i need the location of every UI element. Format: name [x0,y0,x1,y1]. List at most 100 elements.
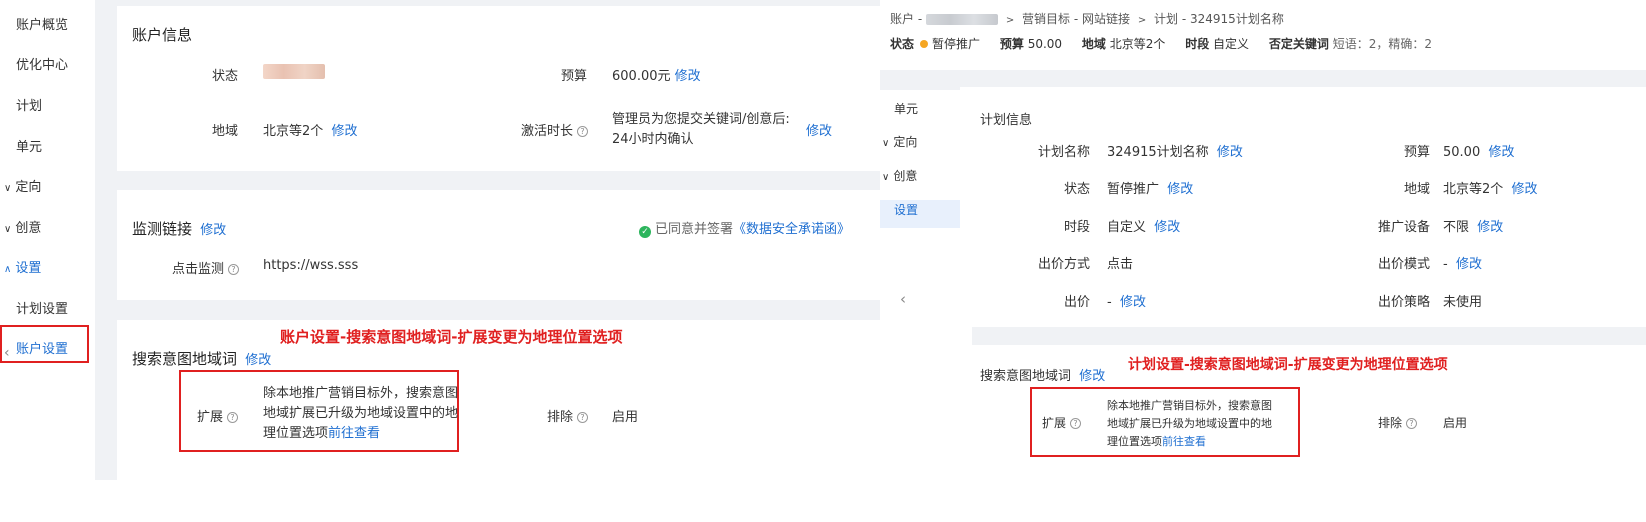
expand-value: 除本地推广营销目标外，搜索意图 地域扩展已升级为地域设置中的地 理位置选项前往查… [1107,397,1272,451]
edit-bid-link[interactable]: 修改 [1120,295,1146,310]
sidebar-item-settings[interactable]: ∧ 设置 [4,257,41,276]
budget-label: 预算 [561,69,588,84]
sidebar-item-creative[interactable]: ∨ 创意 [882,167,917,184]
breadcrumb-separator: > [1137,15,1147,26]
sidebar-item-account-overview[interactable]: 账户概览 [16,14,68,33]
help-icon[interactable]: ? [1070,418,1082,429]
summary-budget-label: 预算 [999,37,1024,51]
monitor-link-card: 监测链接 修改 ✓ 已同意并签署《数据安全承诺函》 点击监测? https://w… [117,190,880,300]
plan-status-value: 暂停推广 修改 [1107,178,1193,197]
sidebar-item-settings[interactable]: 设置 [894,201,918,218]
sidebar-item-plan-settings[interactable]: 计划设置 [16,298,68,317]
go-view-link[interactable]: 前往查看 [1162,435,1206,448]
account-name-redacted [925,14,998,25]
summary-status-label: 状态 [890,37,915,51]
highlight-box-sidebar [0,325,89,363]
edit-plan-budget-link[interactable]: 修改 [1488,145,1514,160]
sidebar-item-targeting[interactable]: ∨ 定向 [4,176,41,195]
edit-search-intent-link[interactable]: 修改 [245,353,271,368]
left-screenshot: 账户概览 优化中心 计划 单元 ∨ 定向 ∨ 创意 ∧ 设置 计划设置 账户设置 ‹ … [0,0,880,522]
edit-activation-link[interactable]: 修改 [806,120,832,139]
summary-region-label: 地域 [1081,37,1106,51]
agreed-text: 已同意并签署 [655,222,734,237]
edit-budget-link[interactable]: 修改 [675,69,701,84]
card-title: 计划信息 [980,113,1033,128]
bid-label: 出价 [1063,295,1090,310]
status-dot-icon [920,40,929,48]
agreement-link[interactable]: 《数据安全承诺函》 [733,222,850,237]
plan-device-text: 不限 [1443,220,1470,235]
edit-plan-name-link[interactable]: 修改 [1217,145,1243,160]
region-text: 北京等2个 [263,124,324,139]
help-icon[interactable]: ? [228,264,240,275]
edit-bid-mode-link[interactable]: 修改 [1456,257,1482,272]
expand-line: 除本地推广营销目标外，搜索意图 [1107,399,1272,412]
help-icon[interactable]: ? [577,126,589,137]
go-view-link[interactable]: 前往查看 [328,426,380,441]
sidebar-item-label: 定向 [893,135,918,149]
budget-amount: 600.00元 [612,69,671,84]
summary-negative-keywords-label: 否定关键词 [1268,37,1329,51]
chevron-down-icon: ∨ [882,138,890,149]
exclude-label-text: 排除 [547,410,574,425]
activation-line: 管理员为您提交关键词/创意后: [612,112,790,127]
edit-plan-device-link[interactable]: 修改 [1477,220,1503,235]
sidebar-item-unit[interactable]: 单元 [894,100,918,117]
expand-line: 除本地推广营销目标外，搜索意图 [263,386,459,401]
chevron-down-icon: ∨ [4,224,12,235]
sidebar-item-creative[interactable]: ∨ 创意 [4,217,41,236]
click-monitor-label: 点击监测? [172,258,240,277]
activation-label-text: 激活时长 [521,124,574,139]
sidebar-item-label: 单元 [894,102,919,116]
breadcrumb-plan: 计划 - 324915计划名称 [1154,12,1284,26]
sidebar-item-unit[interactable]: 单元 [16,136,42,155]
sidebar-item-label: 优化中心 [16,58,69,73]
sidebar-item-label: 单元 [16,140,43,155]
breadcrumb-goal[interactable]: 营销目标 - 网站链接 [1022,12,1130,26]
collapse-icon[interactable]: ‹ [900,290,906,308]
chevron-down-icon: ∨ [4,183,12,194]
help-icon[interactable]: ? [1406,418,1418,429]
search-intent-title: 搜索意图地域词 修改 [980,365,1105,384]
sidebar-item-plan[interactable]: 计划 [16,95,42,114]
chevron-down-icon: ∨ [882,172,890,183]
edit-plan-status-link[interactable]: 修改 [1167,182,1193,197]
check-circle-icon: ✓ [639,226,651,238]
right-sidebar: 单元 ∨ 定向 ∨ 创意 设置 ‹ [880,90,972,488]
breadcrumb: 账户 - > 营销目标 - 网站链接 > 计划 - 324915计划名称 [890,10,1284,27]
card-title: 搜索意图地域词 [132,350,238,368]
right-screenshot: 账户 - > 营销目标 - 网站链接 > 计划 - 324915计划名称 状态暂… [880,0,1646,522]
edit-plan-period-link[interactable]: 修改 [1154,220,1180,235]
region-value: 北京等2个 修改 [263,120,358,139]
bid-strategy-label: 出价策略 [1377,295,1430,310]
summary-period-label: 时段 [1185,37,1210,51]
help-icon[interactable]: ? [227,412,239,423]
bid-mode-value: - 修改 [1443,253,1482,272]
edit-monitor-link[interactable]: 修改 [200,223,226,238]
plan-period-text: 自定义 [1107,220,1147,235]
status-label: 状态 [212,69,239,84]
sidebar-item-targeting[interactable]: ∨ 定向 [882,133,917,150]
edit-region-link[interactable]: 修改 [332,124,358,139]
plan-device-value: 不限 修改 [1443,216,1503,235]
bid-mode-label: 出价模式 [1377,257,1430,272]
sidebar-item-label: 计划设置 [16,302,69,317]
collapse-icon[interactable]: ‹ [4,345,10,361]
plan-status-text: 暂停推广 [1107,182,1160,197]
click-monitor-value: https://wss.sss [263,258,359,273]
exclude-label: 排除? [547,406,589,425]
plan-device-label: 推广设备 [1377,220,1430,235]
plan-summary: 状态 暂停推广 预算 50.00 地域 北京等2个 时段 自定义 否定关键词 短语… [890,35,1432,52]
breadcrumb-account[interactable]: 账户 - [890,12,922,26]
summary-period-value: 自定义 [1213,37,1250,51]
help-icon[interactable]: ? [577,412,589,423]
plan-budget-label: 预算 [1403,145,1430,160]
edit-search-intent-link[interactable]: 修改 [1079,369,1105,384]
plan-budget-text: 50.00 [1443,145,1481,160]
account-info-card: 账户信息 状态 预算 600.00元 修改 地域 北京等2个 修改 激活时长? … [117,6,880,171]
summary-status-value: 暂停推广 [932,37,981,51]
bid-method-label: 出价方式 [1037,257,1090,272]
expand-line: 地域扩展已升级为地域设置中的地 [263,406,459,421]
sidebar-item-optimization[interactable]: 优化中心 [16,54,68,73]
edit-plan-region-link[interactable]: 修改 [1512,182,1538,197]
